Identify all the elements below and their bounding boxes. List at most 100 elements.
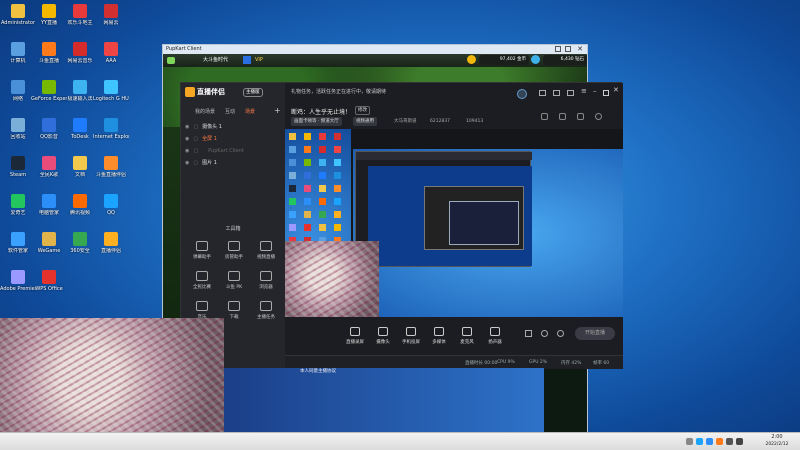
record-icon[interactable] — [525, 330, 532, 337]
desktop-icon[interactable]: 斗鱼直播伴侣 — [93, 154, 129, 188]
settings-icon[interactable] — [541, 113, 548, 120]
room-tag[interactable]: 视频通用 — [353, 117, 377, 126]
lock-icon[interactable]: ▢ — [193, 136, 198, 142]
tab-interaction[interactable]: 互动 — [225, 108, 235, 115]
app-icon — [104, 42, 118, 56]
bottom-bar-label: 摄像头 — [376, 340, 390, 345]
desktop-icon[interactable]: Internet Explorer — [93, 116, 129, 150]
status-item: GPU 2% — [529, 360, 548, 365]
desktop-icon[interactable]: WPS Office — [31, 268, 67, 302]
app-icon — [11, 194, 25, 208]
source-name: PupKart Client — [208, 148, 244, 154]
bottom-bar-icon — [462, 327, 472, 336]
eye-icon[interactable]: ◉ — [185, 124, 189, 130]
menu-icon[interactable]: ≡ — [581, 87, 587, 95]
tool-label: 浏览器 — [259, 285, 273, 290]
volume-icon[interactable] — [736, 438, 743, 445]
gift-icon[interactable] — [567, 90, 574, 96]
version-badge: 主播版 — [243, 88, 263, 97]
tab-my-scenes[interactable]: 我的场景 — [195, 108, 215, 115]
message-icon[interactable] — [553, 90, 560, 96]
bottom-bar-icon — [378, 327, 388, 336]
status-item: CPU 9% — [497, 360, 515, 365]
network-icon[interactable] — [726, 438, 733, 445]
layout-icon[interactable] — [559, 113, 566, 120]
tool-button[interactable]: 弹幕助手 — [187, 241, 217, 260]
app-icon — [42, 80, 56, 94]
eye-icon[interactable]: ◉ — [185, 160, 189, 166]
douyu-tray-icon[interactable] — [716, 438, 723, 445]
room-tag[interactable]: 画面卡顿等 · 频道大厅 — [291, 117, 342, 126]
nested-window-3 — [449, 201, 519, 245]
bottom-bar-icon — [406, 327, 416, 336]
lock-icon[interactable]: ▢ — [193, 148, 198, 154]
gems-value: 6,430 钻石 — [543, 55, 587, 65]
tool-button[interactable]: 房管助手 — [219, 241, 249, 260]
tool-icon — [228, 301, 240, 311]
minimize-icon[interactable]: – — [593, 87, 597, 95]
app-icon — [11, 270, 25, 284]
desktop-icon[interactable]: QQ — [93, 192, 129, 226]
preview-icon — [289, 159, 296, 166]
bottom-bar-button[interactable]: 扬声器 — [481, 327, 509, 345]
bottom-bar-label: 麦克风 — [460, 340, 474, 345]
edit-title-button[interactable]: 修改 — [355, 106, 370, 115]
app-icon — [104, 118, 118, 132]
tab-scene[interactable]: 场景 — [245, 108, 255, 115]
source-row[interactable]: ◉ ▢ 摄像头 1 — [185, 121, 281, 133]
bottom-bar-button[interactable]: 多媒体 — [425, 327, 453, 345]
tool-button[interactable]: 全民比赛 — [187, 271, 217, 290]
app-icon — [104, 232, 118, 246]
start-live-button[interactable]: 开始直播 — [575, 327, 615, 340]
notification-icon[interactable] — [595, 113, 602, 120]
bottom-bar-button[interactable]: 手机投屏 — [397, 327, 425, 345]
preview-icon — [304, 224, 311, 231]
close-icon[interactable]: ✕ — [613, 86, 619, 94]
qq-tray-icon[interactable] — [696, 438, 703, 445]
tool-button[interactable]: 浏览器 — [251, 271, 281, 290]
pupkart-titlebar: PupKart Client — [163, 45, 587, 54]
tool-button[interactable]: 主播任务 — [251, 301, 281, 320]
minimize-icon[interactable] — [555, 46, 561, 52]
close-icon[interactable]: ✕ — [577, 45, 583, 53]
maximize-icon[interactable] — [565, 46, 571, 52]
preview-icon — [319, 172, 326, 179]
desktop-icon[interactable]: Logitech G HUB — [93, 78, 129, 112]
eye-icon[interactable]: ◉ — [185, 136, 189, 142]
zhibo-window[interactable]: 直播伴侣 主播版 我的场景 互动 场景 + ◉ ▢ 摄像头 1 ◉ ▢ 全屏 1 ◉ ▢ Pup… — [180, 82, 623, 369]
eye-icon[interactable]: ◉ — [185, 148, 189, 154]
source-row[interactable]: ◉ ▢ PupKart Client — [185, 145, 281, 157]
tool-button[interactable]: 视频直播 — [251, 241, 281, 260]
bottom-bar-button[interactable]: 摄像头 — [369, 327, 397, 345]
security-tray-icon[interactable] — [706, 438, 713, 445]
lock-icon[interactable]: ▢ — [193, 160, 198, 166]
preview-icon — [289, 185, 296, 192]
preview-icon — [304, 211, 311, 218]
gear-icon[interactable] — [557, 330, 564, 337]
effect-icon[interactable] — [541, 330, 548, 337]
lock-icon[interactable]: ▢ — [193, 124, 198, 130]
desktop-icon-label: QQ — [107, 210, 115, 216]
clock[interactable]: 2:00 2022/2/12 — [760, 434, 794, 448]
bottom-bar-button[interactable]: 直播录屏 — [341, 327, 369, 345]
desktop-icon[interactable]: AAA — [93, 40, 129, 74]
preview-icon — [334, 211, 341, 218]
add-scene-icon[interactable]: + — [274, 106, 281, 115]
preview-icon — [334, 146, 341, 153]
window-icon[interactable] — [539, 90, 546, 96]
source-row[interactable]: ◉ ▢ 全屏 1 — [185, 133, 281, 145]
source-row[interactable]: ◉ ▢ 图片 1 — [185, 157, 281, 169]
desktop-icon[interactable]: 直播伴侣 — [93, 230, 129, 264]
tool-label: 主播任务 — [257, 315, 275, 320]
bottom-bar-button[interactable]: 麦克风 — [453, 327, 481, 345]
pupkart-title: PupKart Client — [166, 46, 202, 52]
preview-icon — [289, 211, 296, 218]
team-icon — [243, 56, 251, 64]
tray-expand-icon[interactable] — [686, 438, 693, 445]
app-icon — [73, 118, 87, 132]
share-icon[interactable] — [577, 113, 584, 120]
maximize-icon[interactable] — [603, 90, 609, 96]
tool-button[interactable]: 斗鱼 PK — [219, 271, 249, 290]
desktop-icon[interactable]: 网易云 — [93, 2, 129, 36]
avatar[interactable] — [517, 89, 527, 99]
